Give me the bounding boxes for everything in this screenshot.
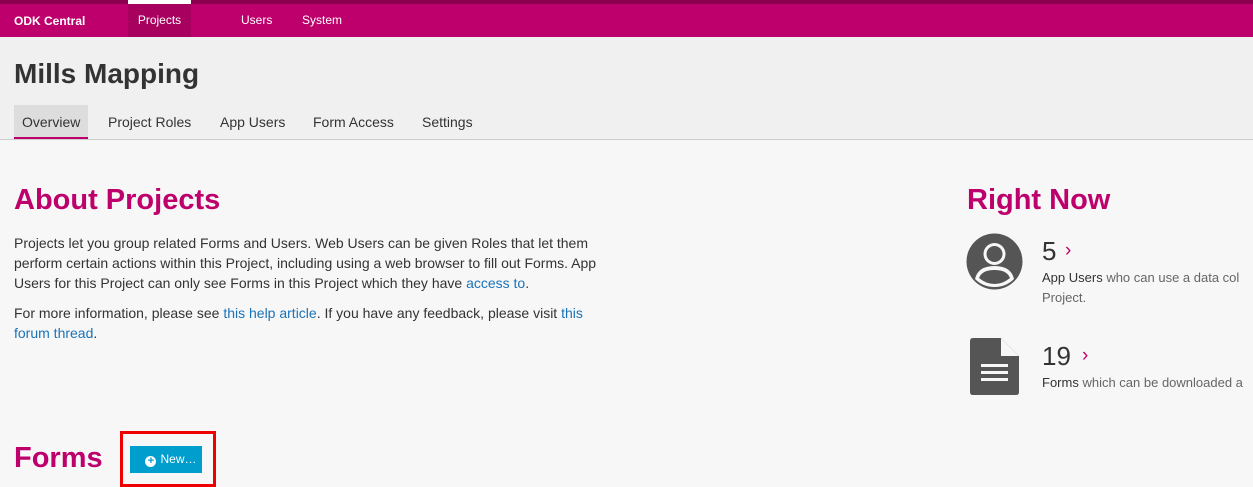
app-users-desc-text: who can use a data col	[1102, 270, 1240, 285]
new-form-button[interactable]: + New…	[130, 446, 202, 473]
tab-app-users[interactable]: App Users	[220, 105, 285, 139]
app-users-label: App Users	[1042, 270, 1103, 285]
nav-projects[interactable]: Projects	[128, 0, 191, 37]
forms-count[interactable]: 19	[1042, 341, 1071, 372]
chevron-right-icon[interactable]: ›	[1082, 345, 1088, 367]
help-article-link[interactable]: this help article	[223, 305, 316, 321]
forms-label: Forms	[1042, 375, 1079, 390]
app-users-description-line2: Project.	[1042, 290, 1087, 305]
forms-description: Forms which can be downloaded a	[1042, 373, 1253, 393]
access-to-link[interactable]: access to	[466, 275, 525, 291]
forms-heading: Forms	[14, 442, 103, 474]
about-paragraph-1: Projects let you group related Forms and…	[14, 233, 604, 293]
about-projects-heading: About Projects	[14, 184, 221, 216]
about-p2-text: For more information, please see	[14, 305, 224, 321]
page-header: Mills Mapping Overview Project Roles App…	[0, 37, 1253, 140]
about-p1-end: .	[525, 275, 530, 291]
right-now-heading: Right Now	[967, 184, 1111, 216]
about-paragraph-2: For more information, please see this he…	[14, 303, 604, 343]
app-users-description: App Users who can use a data col	[1042, 268, 1253, 288]
plus-circle-icon: +	[145, 456, 157, 467]
about-p2-mid: . If you have any feedback, please visit	[316, 305, 562, 321]
nav-system[interactable]: System	[302, 4, 342, 37]
new-form-button-label: New…	[160, 452, 197, 466]
tab-overview[interactable]: Overview	[14, 105, 89, 139]
user-circle-icon	[966, 233, 1023, 290]
about-p2-end: .	[93, 325, 98, 341]
top-navbar: ODK Central Projects Users System	[0, 0, 1253, 37]
page-title: Mills Mapping	[14, 58, 200, 89]
tab-project-roles[interactable]: Project Roles	[108, 105, 191, 139]
file-icon	[970, 338, 1019, 395]
tab-form-access[interactable]: Form Access	[313, 105, 394, 139]
app-users-count[interactable]: 5	[1042, 236, 1056, 267]
tab-settings[interactable]: Settings	[422, 105, 473, 139]
nav-users[interactable]: Users	[241, 4, 272, 37]
chevron-right-icon[interactable]: ›	[1065, 240, 1071, 262]
forms-desc-text: which can be downloaded a	[1078, 375, 1243, 390]
brand-logo-text[interactable]: ODK Central	[14, 14, 85, 28]
